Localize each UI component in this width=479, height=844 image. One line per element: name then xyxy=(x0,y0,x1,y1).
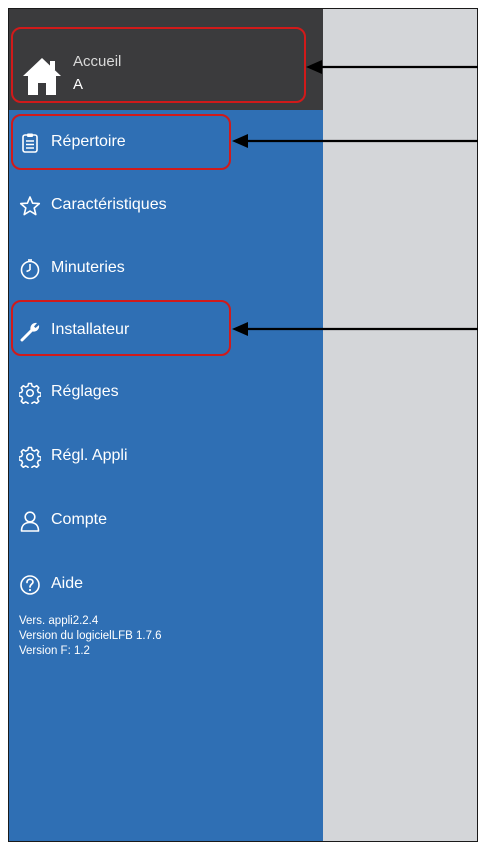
menu-item-label: Réglages xyxy=(51,383,119,400)
help-icon xyxy=(20,575,40,595)
person-icon xyxy=(20,511,40,532)
menu-item-compte[interactable]: Compte xyxy=(9,501,323,541)
gear-icon xyxy=(19,382,41,404)
star-icon xyxy=(19,196,41,216)
f-version: Version F: 1.2 xyxy=(19,645,90,657)
gear-icon xyxy=(19,446,41,468)
menu-item-reglages[interactable]: Réglages xyxy=(9,373,323,413)
menu-item-label: Régl. Appli xyxy=(51,447,128,464)
menu-item-label: Compte xyxy=(51,511,108,528)
highlight-home xyxy=(11,27,306,103)
menu-item-aide[interactable]: Aide xyxy=(9,565,323,605)
menu-item-regl-appli[interactable]: Régl. Appli xyxy=(9,437,323,477)
software-version: Version du logicielLFB 1.7.6 xyxy=(19,630,162,642)
menu-item-label: Minuteries xyxy=(51,259,125,276)
version-info: Vers. appli2.2.4 Version du logicielLFB … xyxy=(19,614,162,659)
highlight-repertoire xyxy=(11,114,231,170)
app-version: Vers. appli2.2.4 xyxy=(19,615,99,627)
menu-item-label: Aide xyxy=(51,575,84,592)
content-area xyxy=(323,9,477,841)
timer-icon xyxy=(20,259,40,280)
menu-item-caracteristiques[interactable]: Caractéristiques xyxy=(9,186,323,226)
highlight-installateur xyxy=(11,300,231,356)
menu-item-minuteries[interactable]: Minuteries xyxy=(9,249,323,289)
menu-item-label: Caractéristiques xyxy=(51,196,167,213)
